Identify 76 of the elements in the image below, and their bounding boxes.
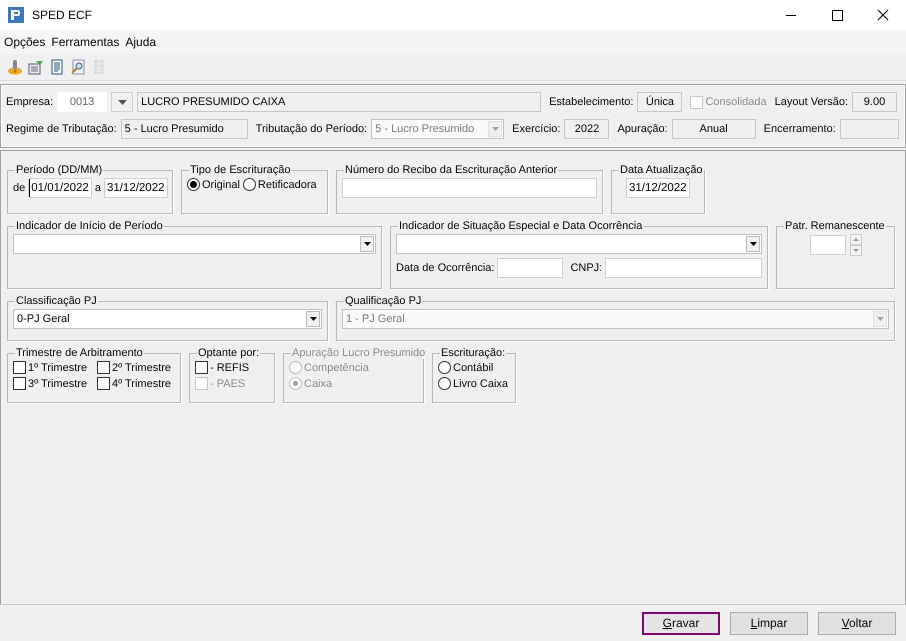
field-label: CNPJ:	[570, 262, 602, 274]
field-label: Empresa:	[6, 96, 54, 108]
radio-button[interactable]	[438, 377, 451, 390]
dropdown-field[interactable]	[13, 234, 376, 254]
radio-label: Contábil	[453, 362, 494, 374]
app-icon	[8, 7, 24, 23]
group-title: Qualificação PJ	[344, 295, 422, 307]
dropdown-button[interactable]	[111, 92, 134, 112]
group-title: Número do Recibo da Escrituração Anterior	[344, 164, 558, 176]
group-title: Patr. Remanescente	[784, 220, 886, 232]
checkbox[interactable]	[97, 377, 110, 390]
group-title: Tipo de Escrituração	[189, 164, 292, 176]
field-label: Tributação do Período:	[256, 123, 368, 135]
date-field[interactable]	[497, 258, 564, 278]
group-title: Optante por:	[197, 347, 260, 359]
checkbox-label: - REFIS	[210, 362, 250, 374]
checkbox[interactable]	[195, 361, 208, 374]
action-button[interactable]: Limpar	[730, 612, 808, 634]
date-field[interactable]: 01/01/2022	[28, 178, 92, 198]
field-label: Data de Ocorrência:	[396, 262, 494, 274]
text-field[interactable]	[342, 178, 597, 198]
checkbox[interactable]	[13, 361, 26, 374]
group-title: Trimestre de Arbitramento	[15, 347, 144, 359]
number-field[interactable]	[810, 235, 846, 255]
checkbox-label: 2º Trimestre	[112, 362, 172, 374]
dropdown-value: 1 - PJ Geral	[346, 313, 406, 325]
radio-button[interactable]	[438, 361, 451, 374]
menu-item[interactable]: Ferramentas	[48, 33, 122, 51]
text-field[interactable]	[605, 258, 762, 278]
caret-icon	[118, 100, 127, 104]
field-label: Regime de Tributação:	[6, 123, 117, 135]
spinner-icon[interactable]	[850, 234, 862, 256]
group-title: Indicador de Início de Período	[15, 220, 164, 232]
field-label: Estabelecimento:	[549, 96, 634, 108]
field-label: Layout Versão:	[774, 96, 848, 108]
group-title: Indicador de Situação Especial e Data Ocorrência	[398, 220, 644, 232]
field-label: a	[94, 182, 101, 194]
radio-label: Original	[202, 178, 240, 190]
checkbox-label: 1º Trimestre	[28, 362, 88, 374]
group-title: Escrituração:	[440, 347, 506, 359]
date-field[interactable]: 31/12/2022	[626, 178, 690, 198]
dropdown-value: 5 - Lucro Presumido	[375, 123, 476, 135]
window-title: SPED ECF	[32, 8, 92, 22]
checkbox[interactable]	[13, 377, 26, 390]
checkbox-label: Consolidada	[705, 96, 767, 108]
field-label: Apuração:	[617, 123, 668, 135]
checkbox[interactable]	[97, 361, 110, 374]
checkbox-label: 4º Trimestre	[112, 378, 172, 390]
date-field[interactable]: 31/12/2022	[104, 178, 168, 198]
dropdown-value: 0-PJ Geral	[17, 313, 71, 325]
text-field[interactable]: 0013	[57, 92, 108, 112]
radio-button[interactable]	[242, 178, 256, 191]
group-title: Classificação PJ	[15, 295, 98, 307]
radio-label: Competência	[304, 362, 369, 374]
field-label: de	[13, 182, 26, 194]
group-title: Apuração Lucro Presumido	[291, 347, 426, 359]
dropdown-field[interactable]: 0-PJ Geral	[13, 309, 322, 329]
checkbox-label: 3º Trimestre	[28, 378, 88, 390]
radio-label: Retificadora	[258, 178, 317, 190]
group-title: Data Atualização	[619, 164, 704, 176]
settings-icon[interactable]	[28, 59, 44, 75]
menu-item[interactable]: Opções	[1, 33, 48, 51]
radio-label: Livro Caixa	[453, 378, 508, 390]
action-button[interactable]: Gravar	[642, 612, 720, 634]
dropdown-field[interactable]	[396, 234, 762, 254]
key-icon[interactable]	[7, 59, 23, 75]
field-label: Exercício:	[512, 123, 560, 135]
document-icon[interactable]	[49, 59, 65, 75]
radio-label: Caixa	[304, 378, 332, 390]
search-icon[interactable]	[70, 59, 86, 75]
radio-button[interactable]	[187, 178, 200, 191]
action-button[interactable]: Voltar	[818, 612, 896, 634]
checkbox-label: - PAES	[210, 378, 246, 390]
group-title: Período (DD/MM)	[15, 164, 104, 176]
menu-item[interactable]: Ajuda	[122, 33, 160, 51]
field-label: Encerramento:	[764, 123, 836, 135]
